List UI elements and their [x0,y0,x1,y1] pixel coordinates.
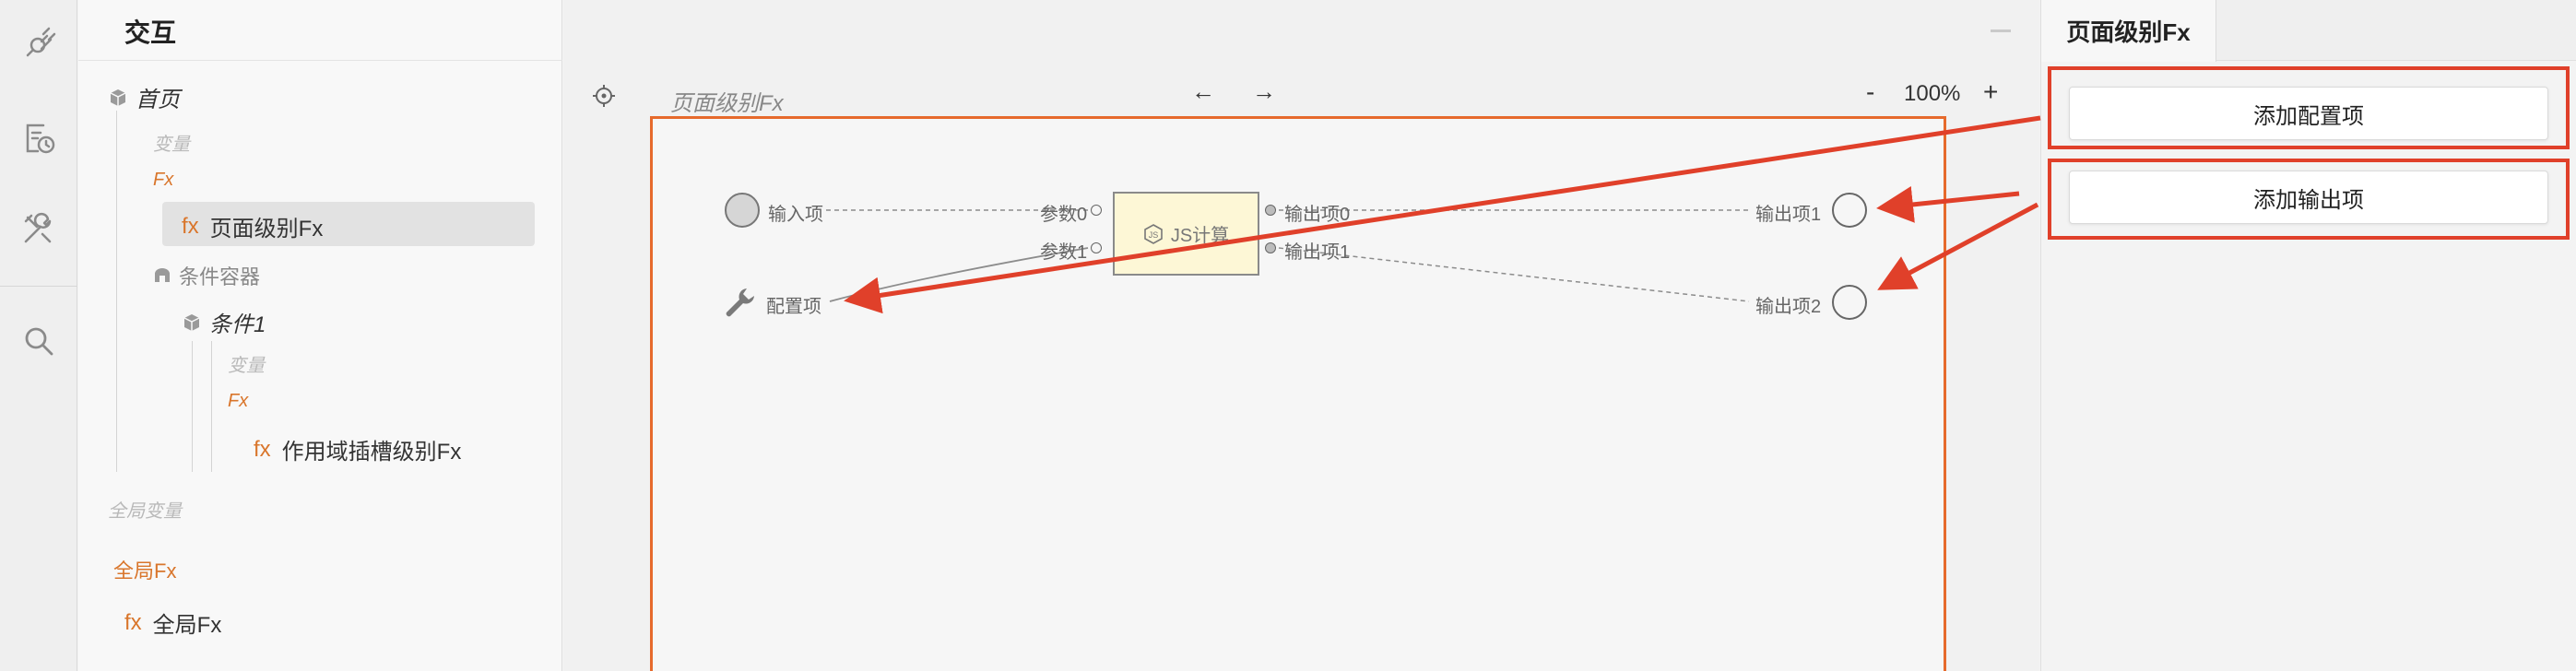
tree-sub-fx-label: Fx [228,391,249,411]
tree-item-scope-fx[interactable]: fx 作用域插槽级别Fx [254,433,461,465]
js-icon: JS [1143,223,1164,244]
icon-rail [0,0,77,671]
zoom-level: 100% [1904,81,1961,106]
zoom-in-button[interactable]: + [1983,77,1998,107]
tree-fx-label: Fx [153,170,174,190]
tab-page-fx[interactable]: 页面级别Fx [2041,0,2216,62]
out-item1-port[interactable] [1832,193,1867,228]
tree-item-label: 作用域插槽级别Fx [281,440,462,465]
tree-guide-line [192,341,193,472]
output0-label: 输出项0 [1284,205,1351,225]
document-clock-icon[interactable] [18,118,59,159]
output1-port[interactable] [1265,242,1276,253]
plug-icon[interactable] [18,24,59,65]
container-icon [153,267,171,284]
tab-strip: 页面级别Fx [2041,0,2576,62]
tree-item-label: 页面级别Fx [209,217,324,241]
minimize-icon[interactable] [1991,29,2011,32]
undo-arrow-button[interactable]: ← [1191,77,1215,106]
panel-header: 交互 [78,0,562,61]
zoom-out-button[interactable]: - [1866,77,1874,107]
locate-icon[interactable] [591,83,617,109]
tree-node-label: 条件1 [209,312,266,337]
js-node-label: JS计算 [1170,226,1230,246]
output0-port[interactable] [1265,205,1276,216]
tree-guide-line [211,341,212,472]
cube-icon [182,312,202,333]
tree-item-global-fx[interactable]: fx 全局Fx [124,606,221,639]
tree-item-label: 全局Fx [152,613,222,638]
add-output-button[interactable]: 添加输出项 [2069,171,2548,224]
fx-icon: fx [124,609,142,635]
tools-icon[interactable] [18,208,59,249]
tree-sub-vars-label: 变量 [228,356,265,376]
out-item1-label: 输出项1 [1755,205,1822,225]
out-item2-port[interactable] [1832,285,1867,320]
tree-node-condition-container[interactable]: 条件容器 [153,261,260,290]
fx-icon: fx [254,436,271,462]
tree-node-label: 条件容器 [179,265,261,288]
out-item2-label: 输出项2 [1755,297,1822,317]
panel-title: 交互 [124,18,177,47]
svg-text:JS: JS [1149,230,1159,240]
canvas-toolbar: 页面级别Fx ← → - 100% + [563,61,2039,116]
tree-node-home[interactable]: 首页 [108,81,180,113]
global-fx-label: 全局Fx [113,559,177,583]
interaction-panel: 交互 首页 变量 Fx fx 页面级别Fx 条件容器 条件1 变量 Fx fx … [78,0,562,671]
param0-port[interactable] [1091,205,1102,216]
global-vars-label: 全局变量 [108,501,182,522]
input-port[interactable] [725,193,760,228]
search-icon[interactable] [18,321,59,361]
param1-label: 参数1 [1040,242,1088,263]
fx-icon: fx [182,213,199,239]
wrench-icon[interactable] [723,285,758,320]
param0-label: 参数0 [1040,205,1088,225]
config-item-label: 配置项 [766,297,821,317]
canvas-label: 页面级别Fx [670,91,784,116]
param1-port[interactable] [1091,242,1102,253]
right-panel: 页面级别Fx 添加配置项 添加输出项 [2040,0,2576,671]
input-item-label: 输入项 [768,205,823,225]
tree-item-page-fx[interactable]: fx 页面级别Fx [182,210,323,242]
canvas-top-bar [563,0,2039,61]
add-config-button[interactable]: 添加配置项 [2069,87,2548,140]
tree-node-condition1[interactable]: 条件1 [182,306,266,338]
js-compute-node[interactable]: JS JS计算 [1113,192,1259,276]
tree-node-label: 首页 [136,88,180,112]
redo-arrow-button[interactable]: → [1252,77,1276,106]
cube-icon [108,88,128,108]
tree-vars-label: 变量 [153,135,190,155]
output1-label: 输出项1 [1284,242,1351,263]
tree-guide-line [116,111,117,472]
